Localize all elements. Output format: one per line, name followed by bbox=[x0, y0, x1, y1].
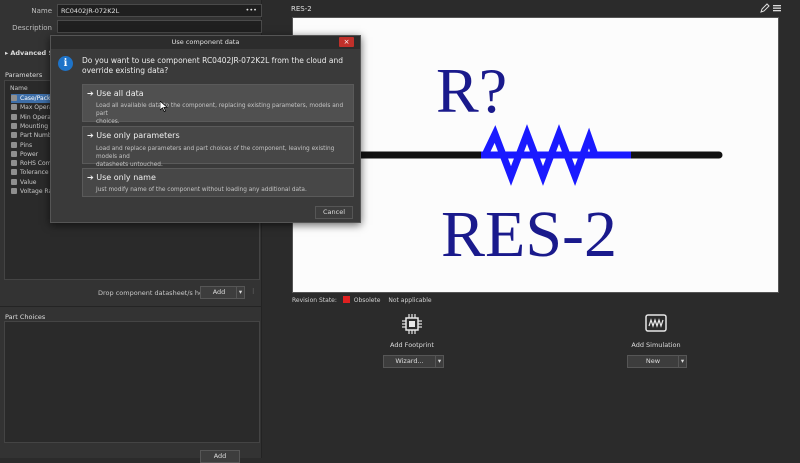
option-title: ➔ Use only name bbox=[87, 173, 156, 182]
parameter-icon bbox=[11, 104, 17, 111]
comment-text: RES-2 bbox=[441, 198, 617, 271]
parameter-row[interactable]: Power bbox=[11, 150, 38, 159]
params-column-name: Name bbox=[10, 85, 28, 92]
dialog-question: Do you want to use component RC0402JR-07… bbox=[82, 56, 343, 76]
close-icon: × bbox=[343, 38, 350, 46]
parameter-icon bbox=[11, 122, 17, 129]
revision-label: Revision State: bbox=[292, 297, 337, 304]
preview-title: RES-2 bbox=[291, 5, 312, 13]
parameter-icon bbox=[11, 169, 17, 176]
option-use-all-data[interactable]: ➔ Use all data Load all available data t… bbox=[82, 84, 354, 125]
parameter-icon bbox=[11, 178, 17, 185]
menu-icon[interactable] bbox=[772, 3, 782, 15]
revision-detail: Not applicable bbox=[388, 297, 432, 304]
dialog-titlebar: Use component data × bbox=[51, 36, 360, 49]
question-line-2: override existing data? bbox=[82, 66, 169, 75]
parameter-name: Value bbox=[20, 178, 37, 186]
chevron-down-icon: ▾ bbox=[238, 288, 243, 296]
name-field[interactable]: RC0402JR-072K2L ••• bbox=[57, 4, 262, 17]
arrow-right-icon: ➔ bbox=[87, 89, 94, 98]
simulation-dropdown[interactable]: ▾ bbox=[678, 355, 687, 368]
option-title-text: Use only parameters bbox=[96, 131, 180, 140]
arrow-right-icon: ➔ bbox=[87, 131, 94, 140]
parameter-row[interactable]: Value bbox=[11, 178, 36, 187]
desc-line-1: Load and replace parameters and part cho… bbox=[96, 146, 335, 160]
desc-line-1: Load all available data to the component… bbox=[96, 103, 344, 117]
part-choices-list bbox=[4, 321, 260, 443]
parameter-icon bbox=[11, 132, 17, 139]
revision-state-value: Obsolete bbox=[353, 297, 381, 304]
footprint-chip-icon bbox=[401, 313, 423, 337]
drag-handle-icon: ⁝ bbox=[252, 287, 255, 296]
parameter-icon bbox=[11, 150, 17, 157]
add-part-choice-button[interactable]: Add bbox=[200, 450, 240, 463]
parameter-row[interactable]: Tolerance bbox=[11, 168, 49, 177]
info-glyph: i bbox=[63, 58, 68, 69]
option-title-text: Use all data bbox=[96, 89, 144, 98]
add-datasheet-dropdown[interactable]: ▾ bbox=[236, 286, 245, 299]
option-description: Load all available data to the component… bbox=[96, 102, 353, 126]
chevron-down-icon: ▾ bbox=[437, 357, 442, 365]
info-icon: i bbox=[58, 56, 73, 71]
parameter-icon bbox=[11, 113, 17, 120]
footprint-dropdown[interactable]: ▾ bbox=[435, 355, 444, 368]
part-choices-header: Part Choices bbox=[5, 313, 46, 321]
parameter-icon bbox=[11, 188, 17, 194]
parameter-row[interactable]: Pins bbox=[11, 141, 32, 150]
option-description: Just modify name of the component withou… bbox=[96, 186, 307, 194]
parameter-icon bbox=[11, 141, 17, 148]
designator-text: R? bbox=[436, 55, 507, 126]
arrow-right-icon: ➔ bbox=[87, 173, 94, 182]
obsolete-indicator bbox=[342, 296, 350, 303]
parameter-name: Pins bbox=[20, 141, 33, 149]
parameter-name: Tolerance bbox=[20, 169, 49, 177]
add-simulation-label: Add Simulation bbox=[631, 341, 681, 349]
name-label: Name bbox=[31, 7, 52, 15]
simulation-waveform-icon bbox=[645, 314, 667, 336]
option-title-text: Use only name bbox=[96, 173, 156, 182]
desc-line-1: Just modify name of the component withou… bbox=[96, 187, 307, 193]
add-footprint-label: Add Footprint bbox=[390, 341, 434, 349]
description-field[interactable] bbox=[57, 20, 262, 33]
name-field-value: RC0402JR-072K2L bbox=[61, 7, 120, 15]
edit-icon[interactable] bbox=[760, 3, 770, 15]
option-use-only-name[interactable]: ➔ Use only name Just modify name of the … bbox=[82, 168, 354, 197]
parameter-icon bbox=[11, 160, 17, 167]
question-line-1: Do you want to use component RC0402JR-07… bbox=[82, 56, 343, 65]
option-description: Load and replace parameters and part cho… bbox=[96, 145, 353, 169]
footprint-wizard-button[interactable]: Wizard... bbox=[383, 355, 436, 368]
description-label: Description bbox=[12, 24, 52, 32]
desc-line-2: choices. bbox=[96, 119, 120, 125]
close-button[interactable]: × bbox=[339, 37, 354, 47]
mouse-cursor-icon bbox=[159, 100, 168, 114]
divider bbox=[0, 306, 262, 307]
chevron-down-icon: ▾ bbox=[680, 357, 685, 365]
name-more-button[interactable]: ••• bbox=[245, 6, 257, 14]
parameter-icon bbox=[11, 95, 17, 101]
dialog-title: Use component data bbox=[171, 38, 240, 46]
add-datasheet-button[interactable]: Add bbox=[200, 286, 238, 299]
parameter-name: Power bbox=[20, 150, 39, 158]
revision-state: Revision State: Obsolete Not applicable bbox=[292, 296, 432, 304]
option-use-only-parameters[interactable]: ➔ Use only parameters Load and replace p… bbox=[82, 126, 354, 168]
symbol-preview: R? RES-2 bbox=[292, 17, 779, 293]
option-title: ➔ Use all data bbox=[87, 89, 144, 98]
cancel-button[interactable]: Cancel bbox=[315, 206, 353, 219]
parameters-header: Parameters bbox=[5, 71, 43, 79]
simulation-new-button[interactable]: New bbox=[627, 355, 679, 368]
use-component-data-dialog: Use component data × i Do you want to us… bbox=[50, 35, 361, 223]
option-title: ➔ Use only parameters bbox=[87, 131, 180, 140]
